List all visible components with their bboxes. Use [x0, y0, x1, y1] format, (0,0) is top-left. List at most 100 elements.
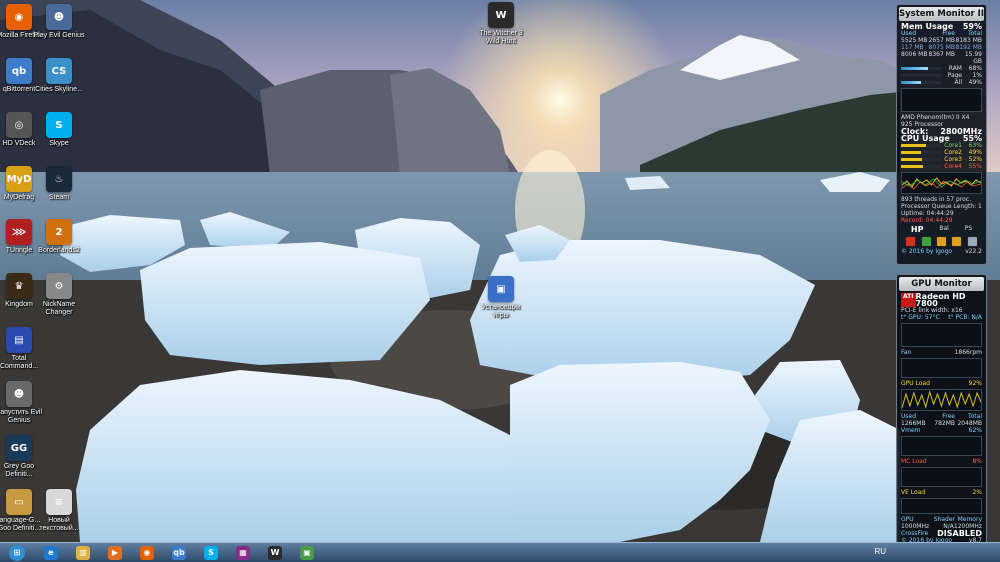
mem-row: 117 MB 8075 MB 8192 MB	[897, 44, 986, 51]
borderlands2-icon: 2	[46, 219, 72, 245]
mem-cell: 15.99 GB	[964, 51, 982, 65]
witcher-icon: W	[268, 545, 282, 560]
kingdom-icon: ♛	[6, 273, 32, 299]
fan-value: 1866rpm	[954, 349, 982, 356]
desktop-shortcut[interactable]: 2 Borderlands2	[32, 219, 86, 255]
desktop-shortcut-label: Cities Skyline...	[35, 86, 83, 93]
desktop-shortcut[interactable]: ▣ Установщик игры	[474, 276, 528, 320]
power-saver-icon[interactable]	[951, 236, 963, 247]
start-orb-icon: ⊞	[9, 544, 25, 561]
hd-vdeck-icon: ◎	[6, 112, 32, 138]
steam-icon: ♨	[46, 166, 72, 192]
cpu-core-label: Core2	[944, 149, 962, 156]
mem-row: 5525 MB 2657 MB 8183 MB	[897, 37, 986, 44]
ram-bar-track	[901, 67, 941, 70]
vmem-label: Vmem	[901, 427, 921, 434]
mem-cell: 5525 MB	[901, 37, 928, 44]
text-document-icon: ≡	[46, 489, 72, 515]
mem-row: 8006 MB 8367 MB 15.99 GB	[897, 51, 986, 65]
taskbar: ⊞ e ▥ ▶ ◉ qb S ▦ W ▣ RU	[0, 542, 1000, 562]
taskbar-items: ⊞ e ▥ ▶ ◉ qb S ▦ W ▣	[0, 544, 324, 562]
firefox-icon: ◉	[6, 4, 32, 30]
gpu-load-label: GPU Load	[901, 380, 930, 387]
taskbar-button[interactable]: ▣	[292, 544, 322, 562]
ram-rows: RAM 68% Page 1% All 49%	[897, 65, 986, 86]
crossfire-value: DISABLED	[937, 529, 982, 538]
nickname-changer-icon: ⚙	[46, 273, 72, 299]
cpu-core-row: Core2 49%	[897, 149, 986, 156]
high-performance-icon[interactable]	[920, 236, 932, 247]
desktop-shortcut[interactable]: CS Cities Skyline...	[32, 58, 86, 94]
cpu-usage-pct: 55%	[962, 134, 982, 143]
skype-icon: S	[46, 112, 72, 138]
taskbar-button[interactable]: e	[36, 544, 66, 562]
desktop-shortcut[interactable]: ☻ Play Evil Genius	[32, 4, 86, 40]
qbittorrent-icon: qb	[172, 545, 186, 560]
mem-cell: 8183 MB	[955, 37, 982, 44]
ram-bar-row: All 49%	[897, 79, 986, 86]
clock-header-shader: Shader	[933, 516, 955, 523]
gpu-temp: t° GPU: 57°C	[901, 314, 940, 321]
taskbar-button[interactable]: ▦	[228, 544, 258, 562]
ram-bar-track	[901, 74, 941, 77]
desktop-shortcut-label: Play Evil Genius	[33, 32, 85, 39]
taskbar-button[interactable]: ◉	[132, 544, 162, 562]
ram-bar-label: Page	[947, 72, 962, 79]
pcie-line: PCI-E link width: x16	[901, 307, 963, 314]
start-button[interactable]: ⊞	[0, 544, 34, 562]
ram-bar-label: All	[954, 79, 962, 86]
desktop-shortcut-label: Borderlands2	[38, 247, 80, 254]
power-plan-hp-label: HP	[910, 225, 924, 234]
ram-bar-row: RAM 68%	[897, 65, 986, 72]
ram-bar-label: RAM	[948, 65, 962, 72]
mydefrag-icon: MyD	[6, 166, 32, 192]
taskbar-button[interactable]: W	[260, 544, 290, 562]
vram-used: 1266MB	[901, 420, 926, 427]
desktop-shortcut[interactable]: ≡ Новый текстовый...	[32, 489, 86, 533]
desktop-shortcut[interactable]: GG Grey Goo Definiti...	[0, 435, 46, 479]
ram-bar-value: 68%	[968, 65, 982, 72]
winrar-icon: ▦	[236, 545, 250, 560]
mem-cell: 8006 MB	[901, 51, 928, 58]
settings-icon[interactable]	[966, 236, 978, 247]
power-button-icon[interactable]	[905, 236, 917, 247]
cpu-core-label: Core4	[944, 163, 962, 170]
cpu-cores: Core1 63% Core2 49% Core3 52% Core4 55%	[897, 142, 986, 170]
ve-load-graph	[901, 498, 982, 514]
mem-header-row: Used Free Total	[897, 30, 986, 37]
cpu-core-value: 49%	[968, 149, 982, 156]
evil-genius-icon: ☻	[46, 4, 72, 30]
system-monitor-title: System Monitor II	[899, 7, 985, 21]
system-monitor-gadget[interactable]: System Monitor II Mem Usage 59% Used Free…	[896, 4, 987, 265]
desktop-shortcut[interactable]: ▤ Total Command...	[0, 327, 46, 371]
desktop-shortcut[interactable]: W The Witcher 3 Wild Hunt	[474, 2, 528, 46]
gpu-load-graph	[901, 389, 982, 411]
vmem-value: 62%	[968, 427, 982, 434]
cpu-core-bar	[901, 144, 941, 147]
evil-genius-launch-icon: ☻	[6, 381, 32, 407]
uptime-line: Uptime: 04:44:29	[901, 210, 954, 217]
desktop-shortcut[interactable]: ☻ Запустить Evil Genius	[0, 381, 46, 425]
firefox-icon: ◉	[140, 545, 154, 560]
desktop-shortcut[interactable]: ⚙ NickName Changer	[32, 273, 86, 317]
mem-cell: 2657 MB	[928, 37, 955, 44]
gpu-monitor-gadget[interactable]: GPU Monitor ATI Radeon HD 7800 PCI-E link…	[896, 274, 987, 561]
mem-usage-label: Mem Usage	[901, 22, 954, 31]
system-monitor-credit[interactable]: © 2016 by Igogo	[901, 248, 952, 255]
taskbar-button[interactable]: ▥	[68, 544, 98, 562]
vram-free: 782MB	[934, 420, 955, 427]
desktop-shortcut-label: Установщик игры	[481, 304, 521, 319]
mem-cell: 117 MB	[901, 44, 924, 51]
taskbar-button[interactable]: S	[196, 544, 226, 562]
taskbar-button[interactable]: qb	[164, 544, 194, 562]
gpu-monitor-title: GPU Monitor	[899, 277, 984, 291]
mem-cell: 8367 MB	[928, 51, 955, 58]
language-indicator[interactable]: RU	[874, 547, 886, 556]
ram-bar-value: 49%	[968, 79, 982, 86]
taskbar-button[interactable]: ▶	[100, 544, 130, 562]
desktop-shortcut[interactable]: S Skype	[32, 112, 86, 148]
mem-cell: 8192 MB	[955, 44, 982, 51]
desktop-shortcut[interactable]: ♨ Steam	[32, 166, 86, 202]
mc-load-label: MC Load	[901, 458, 927, 465]
balanced-icon[interactable]	[935, 236, 947, 247]
